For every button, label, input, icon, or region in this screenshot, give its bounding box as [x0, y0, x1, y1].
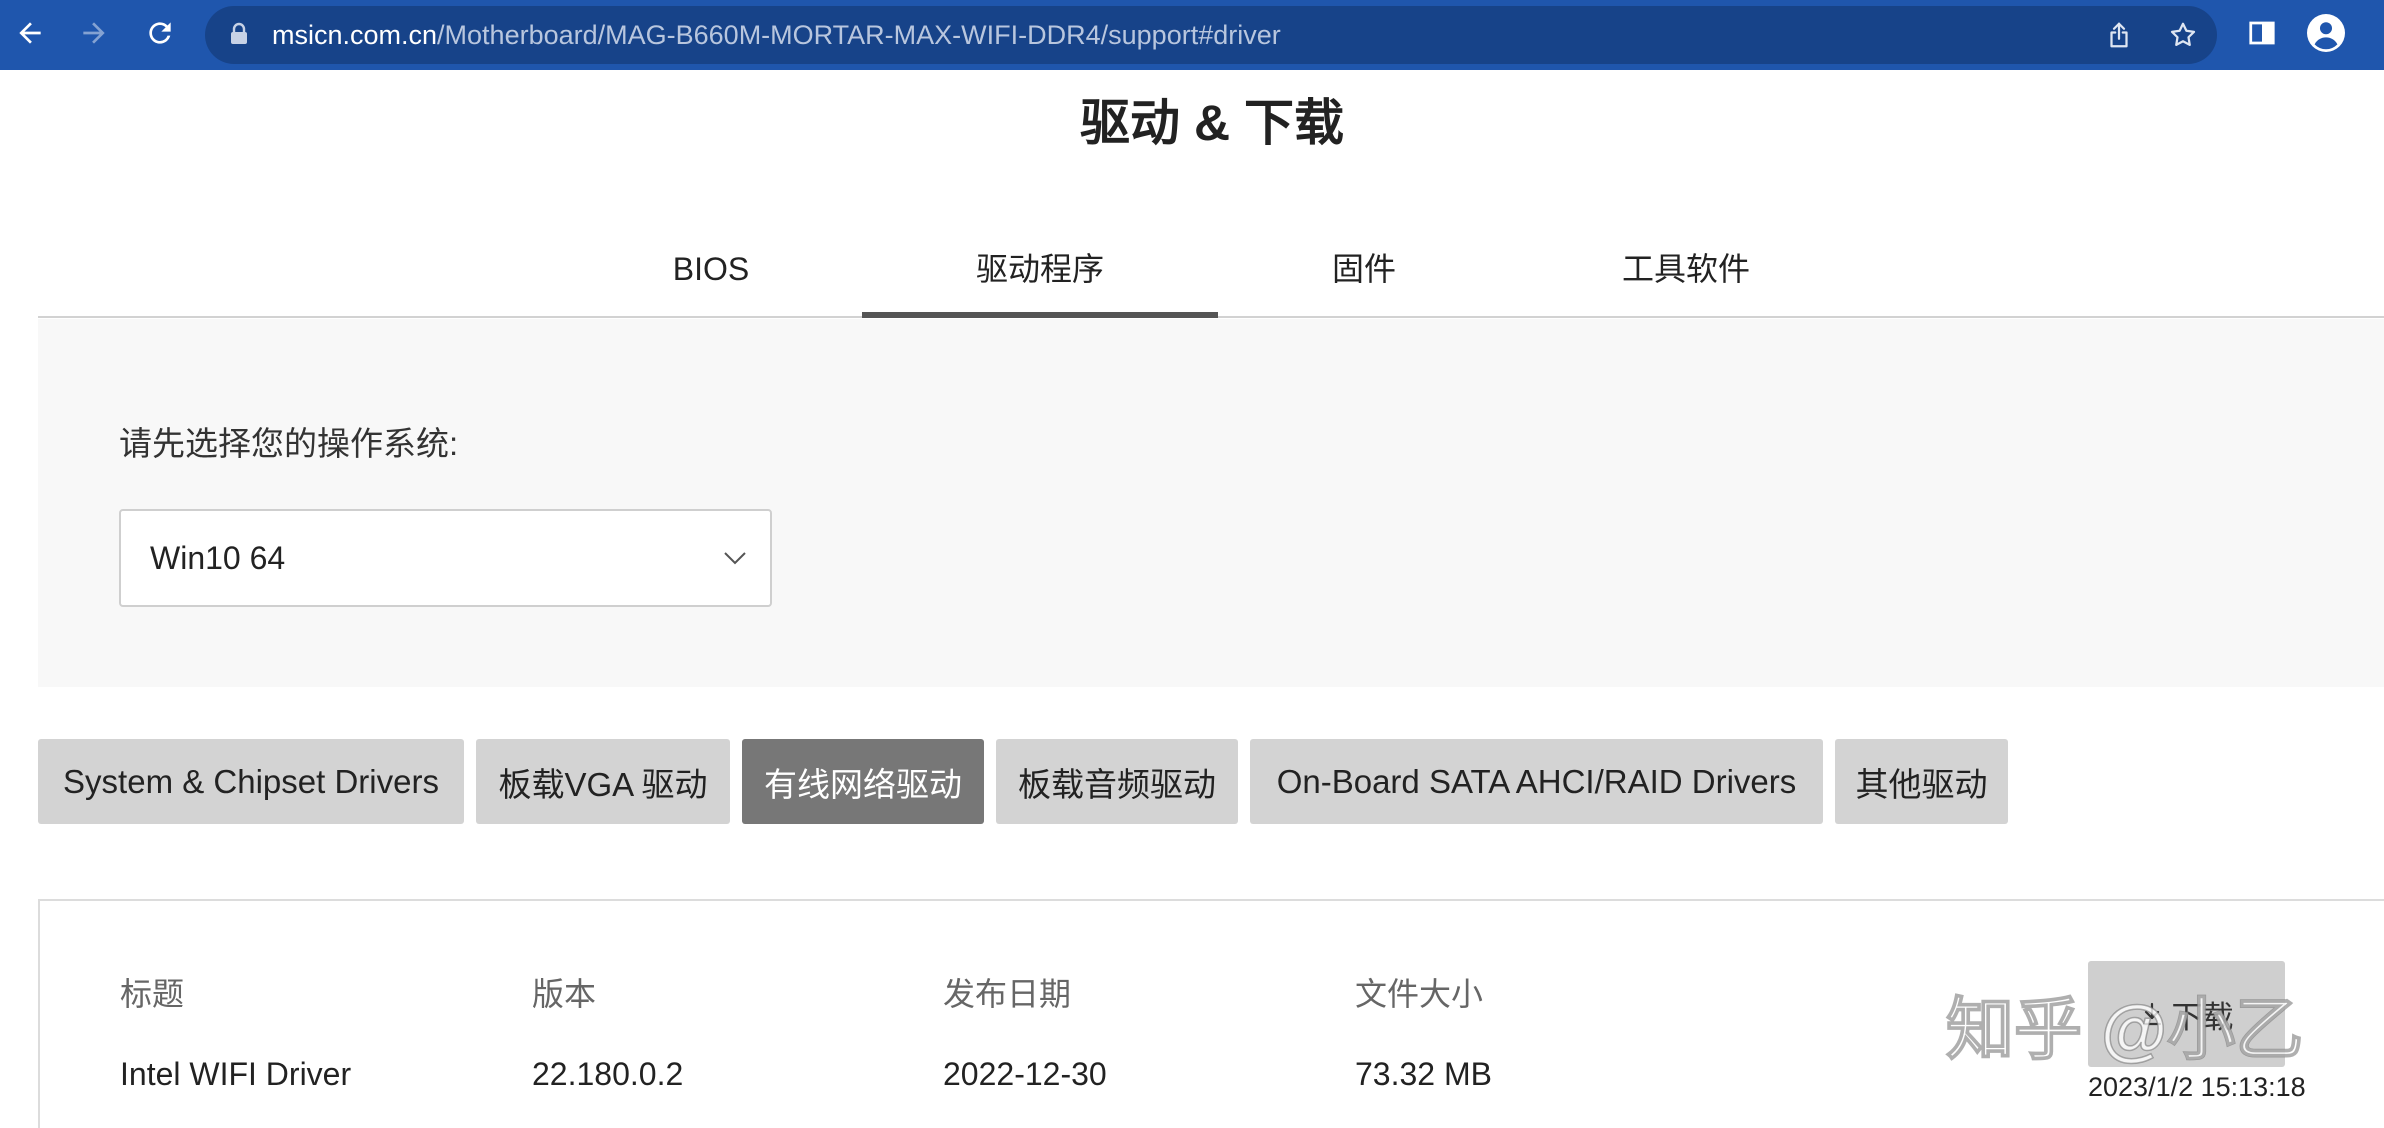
forward-arrow-icon — [83, 22, 105, 44]
share-icon[interactable] — [2104, 20, 2134, 50]
os-selector-panel: 请先选择您的操作系统: Win10 64 — [38, 319, 2384, 687]
row-title: Intel WIFI Driver — [120, 1056, 352, 1092]
header-version: 版本 — [532, 976, 597, 1012]
reload-button[interactable] — [136, 9, 184, 57]
active-tab-indicator — [862, 312, 1218, 318]
os-selected-value: Win10 64 — [150, 540, 286, 576]
header-release-date: 发布日期 — [943, 976, 1072, 1012]
row-release-date: 2022-12-30 — [943, 1056, 1107, 1092]
os-select-dropdown[interactable]: Win10 64 — [119, 509, 772, 607]
header-title: 标题 — [120, 976, 185, 1012]
category-system-chipset[interactable]: System & Chipset Drivers — [38, 739, 464, 824]
download-button[interactable]: 下载 — [2088, 961, 2285, 1067]
driver-table-card: 标题 版本 发布日期 文件大小 Intel WIFI Driver 22.180… — [38, 899, 2384, 1128]
back-button[interactable] — [6, 9, 54, 57]
tab-firmware[interactable]: 固件 — [1214, 248, 1514, 290]
category-sata-raid[interactable]: On-Board SATA AHCI/RAID Drivers — [1250, 739, 1823, 824]
header-file-size: 文件大小 — [1355, 976, 1484, 1012]
url-path: /Motherboard/MAG-B660M-MORTAR-MAX-WIFI-D… — [437, 20, 1281, 50]
address-bar[interactable]: msicn.com.cn/Motherboard/MAG-B660M-MORTA… — [205, 6, 2217, 64]
tab-drivers[interactable]: 驱动程序 — [890, 248, 1190, 290]
url-domain: msicn.com.cn — [272, 20, 438, 50]
back-arrow-icon — [19, 22, 41, 44]
star-icon[interactable] — [2168, 20, 2198, 50]
tab-utilities[interactable]: 工具软件 — [1536, 248, 1836, 290]
download-icon — [2142, 1002, 2161, 1026]
side-panel-icon — [2249, 21, 2275, 45]
category-vga[interactable]: 板载VGA 驱动 — [476, 739, 730, 824]
reload-icon — [149, 22, 171, 44]
tab-bios[interactable]: BIOS — [561, 248, 861, 290]
row-file-size: 73.32 MB — [1355, 1056, 1492, 1092]
screenshot-timestamp: 2023/1/2 15:13:18 — [2088, 1072, 2306, 1102]
category-other[interactable]: 其他驱动 — [1835, 739, 2008, 824]
lock-icon[interactable] — [229, 22, 249, 46]
chevron-down-icon — [724, 552, 746, 565]
profile-icon — [2307, 14, 2345, 52]
row-version: 22.180.0.2 — [532, 1056, 684, 1092]
forward-button[interactable] — [70, 9, 118, 57]
profile-button[interactable] — [2302, 9, 2350, 57]
browser-toolbar: msicn.com.cn/Motherboard/MAG-B660M-MORTA… — [0, 0, 2384, 70]
url-text[interactable]: msicn.com.cn/Motherboard/MAG-B660M-MORTA… — [272, 6, 1281, 64]
page-title: 驱动 & 下载 — [1080, 95, 1344, 151]
os-selector-label: 请先选择您的操作系统: — [119, 425, 459, 462]
side-panel-button[interactable] — [2238, 9, 2286, 57]
category-lan[interactable]: 有线网络驱动 — [742, 739, 984, 824]
category-audio[interactable]: 板载音频驱动 — [996, 739, 1238, 824]
download-label: 下载 — [2171, 999, 2234, 1035]
